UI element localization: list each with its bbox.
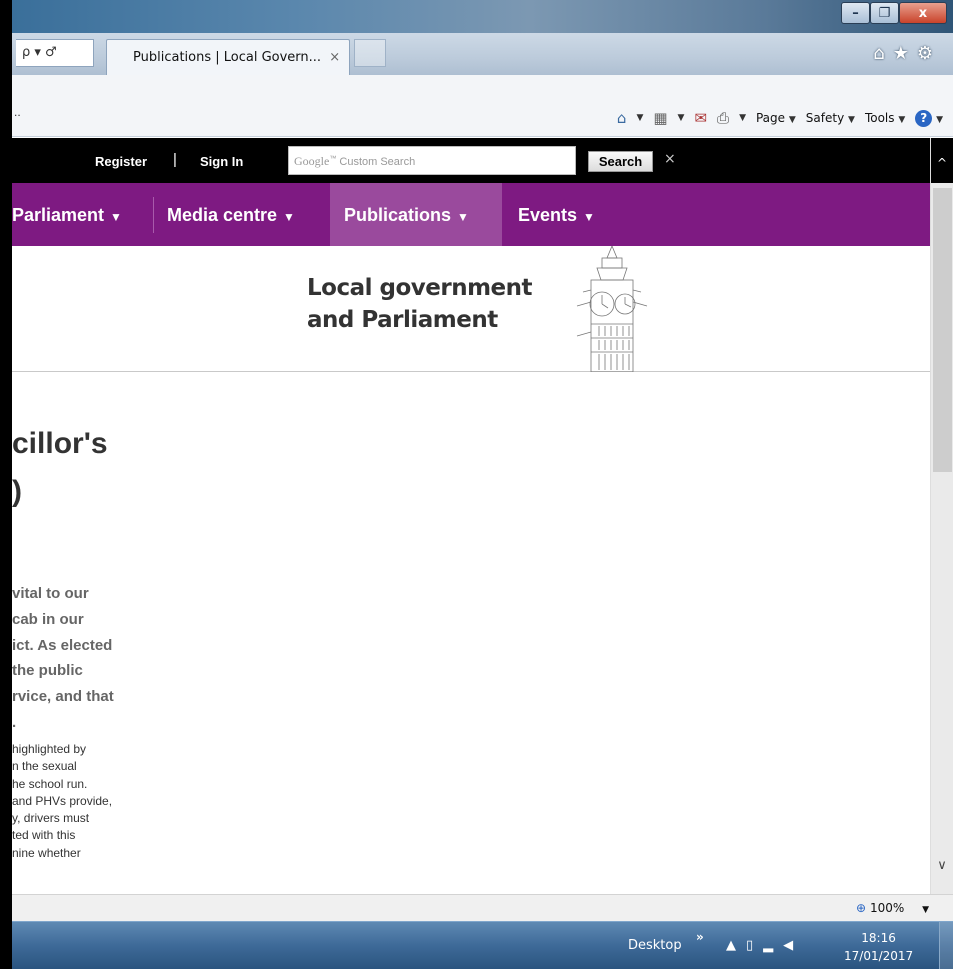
lead-line: cab in our [12, 610, 84, 628]
tab-publications[interactable]: Publications | Local Govern... × [106, 39, 350, 75]
lead-line: rvice, and that [12, 688, 114, 706]
site-top-bar: Register | Sign In Google™ Custom Search… [12, 138, 930, 183]
signal-icon[interactable]: ▂ [763, 938, 783, 953]
article-body: highlighted by n the sexual he school ru… [12, 741, 152, 862]
chevron-down-icon: ▼ [283, 210, 295, 224]
volume-muted-icon[interactable]: ◀ [783, 938, 803, 953]
show-hidden-icons-icon[interactable]: ▲ [726, 938, 746, 953]
nav-label: Events [518, 205, 578, 225]
article-title-line-1: cillor's [12, 427, 108, 460]
desktop-toolbar[interactable]: Desktop [628, 938, 682, 953]
feeds-icon[interactable]: ▦ [653, 109, 667, 127]
nav-item-media-centre[interactable]: Media centre ▼ [167, 183, 295, 246]
banner-title: Local government and Parliament [307, 272, 533, 336]
body-line: ted with this [12, 828, 76, 843]
browser-toolbar-icons: ⌂★⚙ [873, 43, 941, 64]
gear-icon[interactable]: ⚙ [917, 43, 941, 64]
mail-icon[interactable]: ✉ [694, 109, 707, 127]
divider: | [173, 151, 177, 168]
chevron-down-icon: ▼ [457, 210, 469, 224]
lead-line: the public [12, 662, 83, 680]
maximize-button[interactable]: ❐ [870, 2, 899, 24]
clock-date: 17/01/2017 [844, 949, 914, 963]
main-nav: Parliament ▼ Media centre ▼ Publications ▼ … [12, 183, 930, 246]
section-banner: Local government and Parliament [12, 246, 930, 372]
body-line: n the sexual [12, 759, 77, 774]
body-line: highlighted by [12, 742, 87, 756]
sign-in-link[interactable]: Sign In [200, 154, 243, 169]
safety-menu[interactable]: Safety ▼ [806, 111, 855, 125]
print-dropdown-icon[interactable]: ▼ [739, 113, 746, 123]
home-icon[interactable]: ⌂ [873, 43, 892, 64]
nav-label: Publications [344, 205, 452, 225]
home-page-icon[interactable]: ⌂ [617, 109, 627, 127]
search-input[interactable]: Google™ Custom Search [288, 146, 576, 175]
scrollbar-thumb[interactable] [933, 188, 952, 472]
clock-time: 18:16 [861, 931, 896, 945]
zoom-icon: ⊕ [856, 901, 867, 915]
nav-label: Parliament [12, 205, 105, 225]
banner-title-line-2: and Parliament [307, 307, 498, 333]
command-bar: .. ⌂ ▼ ▦ ▼ ✉ ⎙ ▼ Page ▼ Safety ▼ Tools ▼ ? … [12, 75, 953, 137]
tab-title: Publications | Local Govern... [133, 50, 322, 65]
body-line: and PHVs provide, [12, 793, 113, 808]
nav-item-parliament[interactable]: Parliament ▼ [12, 183, 122, 246]
body-line: he school run. [12, 776, 88, 791]
nav-divider [153, 197, 154, 233]
lead-line: vital to our [12, 585, 89, 602]
big-ben-illustration [576, 246, 648, 372]
lead-line: . [12, 713, 17, 731]
favorites-star-icon[interactable]: ★ [893, 43, 917, 64]
tools-menu[interactable]: Tools ▼ [865, 111, 905, 125]
help-menu[interactable]: ? ▼ [915, 109, 943, 127]
page-viewport: Register | Sign In Google™ Custom Search… [12, 138, 930, 894]
chevron-down-icon: ▼ [110, 210, 122, 224]
nav-label: Media centre [167, 205, 278, 225]
tab-close-icon[interactable]: × [329, 50, 340, 65]
chevron-down-icon: ▼ [583, 210, 595, 224]
print-icon[interactable]: ⎙ [717, 109, 729, 127]
command-bar-buttons: ⌂ ▼ ▦ ▼ ✉ ⎙ ▼ Page ▼ Safety ▼ Tools ▼ ? ▼ [617, 109, 943, 127]
register-link[interactable]: Register [95, 154, 147, 169]
window-controls: – ❐ x [841, 2, 947, 24]
body-line: y, drivers must [12, 811, 90, 826]
tab-row: ρ ▾ ♂ Publications | Local Govern... × ⌂… [12, 33, 953, 75]
zoom-dropdown-icon[interactable]: ▼ [922, 905, 929, 915]
google-logo: Google [294, 154, 330, 168]
ellipsis: .. [14, 105, 21, 119]
article-title-line-2: ) [12, 475, 22, 508]
help-icon: ? [915, 109, 933, 127]
title-bar: – ❐ x [12, 0, 953, 33]
nav-item-events[interactable]: Events ▼ [518, 183, 595, 246]
minimize-button[interactable]: – [841, 2, 870, 24]
battery-icon[interactable]: ▯ [746, 938, 763, 953]
toolbar-chevron[interactable]: » [696, 930, 704, 944]
article-title: cillor's ) [12, 420, 108, 516]
lead-line: ict. As elected [12, 636, 113, 654]
system-tray: ▲▯▂◀ [726, 938, 803, 953]
window-left-border [0, 0, 12, 969]
new-tab-button[interactable] [354, 39, 386, 67]
vertical-scrollbar[interactable]: ^ ∨ [930, 138, 953, 894]
home-dropdown-icon[interactable]: ▼ [636, 113, 643, 123]
search-clear-icon[interactable]: × [664, 151, 676, 167]
feeds-dropdown-icon[interactable]: ▼ [678, 113, 685, 123]
nav-item-publications[interactable]: Publications ▼ [330, 183, 502, 246]
windows-taskbar: Desktop » ▲▯▂◀ 18:16 17/01/2017 [12, 921, 953, 969]
page-menu[interactable]: Page ▼ [756, 111, 796, 125]
search-button[interactable]: Search [588, 151, 653, 172]
show-desktop-button[interactable] [939, 922, 953, 969]
zoom-level: 100% [869, 901, 905, 915]
close-button[interactable]: x [899, 2, 947, 24]
address-bar-controls[interactable]: ρ ▾ ♂ [16, 39, 94, 67]
scroll-up-icon[interactable]: ^ [931, 138, 953, 183]
clock[interactable]: 18:16 17/01/2017 [844, 929, 913, 965]
zoom-control[interactable]: ⊕ 100% ▼ [856, 901, 929, 915]
search-placeholder: Custom Search [339, 156, 416, 168]
status-bar: ⊕ 100% ▼ [12, 894, 953, 921]
body-line: nine whether [12, 845, 81, 860]
scroll-down-icon[interactable]: ∨ [931, 858, 953, 888]
article-lead: vital to our cab in our ict. As elected … [12, 581, 152, 736]
banner-title-line-1: Local government [307, 275, 533, 301]
